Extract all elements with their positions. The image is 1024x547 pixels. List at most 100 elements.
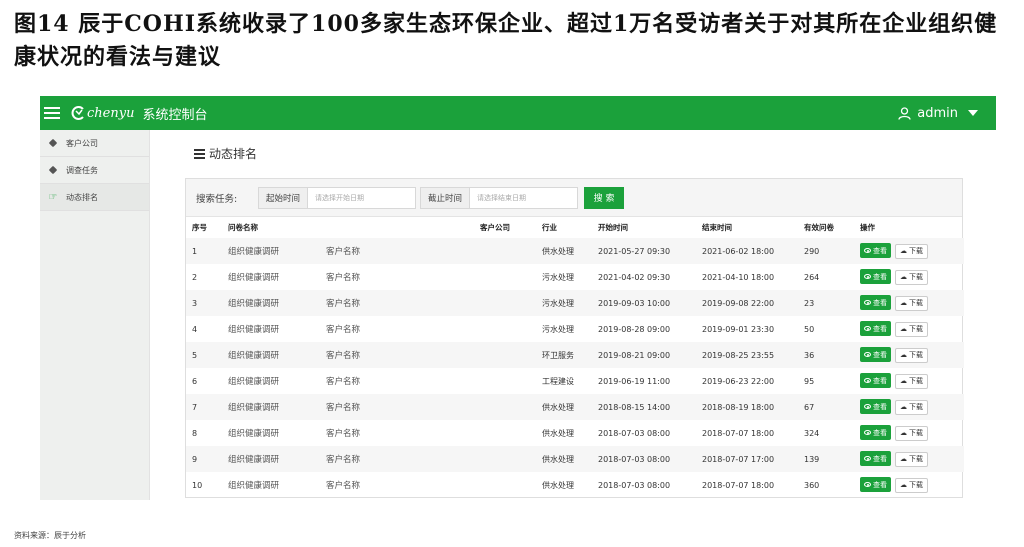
- cell-end-time: 2019-06-23 22:00: [702, 376, 775, 386]
- cloud-download-icon: ☁: [900, 481, 907, 490]
- download-button[interactable]: ☁ 下载: [895, 347, 928, 363]
- cell-end-time: 2021-06-02 18:00: [702, 246, 775, 256]
- end-date-label: 截止时间: [420, 186, 471, 209]
- cell-actions: 查看 ☁ 下载: [854, 446, 964, 472]
- cell-actions: 查看 ☁ 下载: [854, 420, 964, 446]
- cell-actions: 查看 ☁ 下载: [854, 238, 964, 264]
- user-icon: [898, 106, 911, 120]
- sidebar-item-survey-tasks[interactable]: 调查任务: [40, 157, 149, 184]
- eye-icon: [864, 274, 871, 280]
- cell-survey-name: 组织健康调研: [228, 299, 280, 309]
- cell-survey-name: 组织健康调研: [228, 403, 280, 413]
- cell-company: 客户名称: [326, 429, 361, 439]
- figure-caption: 图14 辰于COHI系统收录了100多家生态环保企业、超过1万名受访者关于对其所…: [14, 11, 998, 70]
- brand-logo[interactable]: chenyu: [70, 105, 134, 121]
- view-button[interactable]: 查看: [860, 399, 891, 415]
- cell-end-time: 2018-07-07 18:00: [702, 480, 775, 490]
- cell-valid-count: 139: [804, 454, 820, 464]
- cell-actions: 查看 ☁ 下载: [854, 342, 964, 368]
- cell-actions: 查看 ☁ 下载: [854, 368, 964, 394]
- table-row: 5 组织健康调研 客户名称 环卫服务 2019-08-21 09:00 2019-08-2…: [186, 342, 964, 368]
- cell-valid-count: 290: [804, 246, 820, 256]
- download-button-label: 下载: [909, 403, 923, 412]
- cloud-download-icon: ☁: [900, 351, 907, 360]
- cell-actions: 查看 ☁ 下载: [854, 394, 964, 420]
- download-button[interactable]: ☁ 下载: [895, 425, 928, 441]
- cell-actions: 查看 ☁ 下载: [854, 472, 964, 498]
- logo-text: chenyu: [87, 105, 135, 121]
- cell-start-time: 2018-07-03 08:00: [598, 480, 671, 490]
- user-menu[interactable]: admin: [898, 106, 978, 121]
- download-button-label: 下载: [909, 325, 923, 334]
- cell-industry: 工程建设: [542, 376, 574, 386]
- cell-actions: 查看 ☁ 下载: [854, 264, 964, 290]
- download-button[interactable]: ☁ 下载: [895, 373, 928, 389]
- cell-valid-count: 264: [804, 272, 820, 282]
- table-row: 8 组织健康调研 客户名称 供水处理 2018-07-03 08:00 2018-07-0…: [186, 420, 964, 446]
- view-button[interactable]: 查看: [860, 321, 891, 337]
- cell-actions: 查看 ☁ 下载: [854, 316, 964, 342]
- cell-survey-name: 组织健康调研: [228, 429, 280, 439]
- start-date-input[interactable]: [308, 186, 417, 209]
- view-button[interactable]: 查看: [860, 295, 891, 311]
- view-button[interactable]: 查看: [860, 243, 891, 259]
- download-button[interactable]: ☁ 下载: [895, 321, 928, 337]
- view-button-label: 查看: [873, 480, 887, 489]
- search-label: 搜索任务:: [196, 193, 238, 205]
- column-header-actions: 操作: [860, 223, 875, 232]
- cell-industry: 供水处理: [542, 480, 574, 490]
- download-button[interactable]: ☁ 下载: [895, 399, 928, 415]
- download-button[interactable]: ☁ 下载: [895, 477, 928, 493]
- logo-mark-icon: [71, 106, 84, 120]
- end-date-input[interactable]: [470, 186, 579, 209]
- view-button[interactable]: 查看: [860, 451, 891, 467]
- download-button-label: 下载: [909, 481, 923, 490]
- view-button[interactable]: 查看: [860, 425, 891, 441]
- download-button-label: 下载: [909, 429, 923, 438]
- search-button[interactable]: 搜 索: [584, 186, 625, 209]
- download-button[interactable]: ☁ 下载: [895, 295, 928, 311]
- view-button-label: 查看: [873, 324, 887, 333]
- download-button[interactable]: ☁ 下载: [895, 243, 928, 259]
- cell-valid-count: 23: [804, 298, 815, 308]
- table-row: 6 组织健康调研 客户名称 工程建设 2019-06-19 11:00 2019-06-2…: [186, 368, 964, 394]
- list-icon: [194, 148, 205, 159]
- cell-valid-count: 360: [804, 480, 820, 490]
- start-date-label: 起始时间: [258, 186, 309, 209]
- eye-icon: [864, 482, 871, 488]
- cell-survey-name: 组织健康调研: [228, 455, 280, 465]
- download-button-label: 下载: [909, 299, 923, 308]
- sidebar-item-dynamic-ranking[interactable]: ☞ 动态排名: [40, 184, 149, 211]
- eye-icon: [864, 352, 871, 358]
- cell-end-time: 2018-07-07 17:00: [702, 454, 775, 464]
- menu-toggle-icon[interactable]: [44, 107, 60, 119]
- eye-icon: [864, 430, 871, 436]
- download-button[interactable]: ☁ 下载: [895, 269, 928, 285]
- cell-company: 客户名称: [326, 377, 361, 387]
- sidebar-item-customer-company[interactable]: 客户公司: [40, 130, 149, 157]
- view-button[interactable]: 查看: [860, 269, 891, 285]
- cell-start-time: 2019-08-21 09:00: [598, 350, 671, 360]
- table-header-row: 序号 问卷名称 客户公司 行业 开始时间 结束时间 有效问卷 操作: [186, 217, 964, 238]
- sidebar: 客户公司 调查任务 ☞ 动态排名: [40, 130, 150, 500]
- download-button[interactable]: ☁ 下载: [895, 451, 928, 467]
- table-row: 3 组织健康调研 客户名称 污水处理 2019-09-03 10:00 2019-09-0…: [186, 290, 964, 316]
- eye-icon: [864, 248, 871, 254]
- column-header-count: 有效问卷: [804, 223, 834, 232]
- user-name: admin: [917, 105, 958, 121]
- cell-industry: 供水处理: [542, 246, 574, 256]
- cloud-download-icon: ☁: [900, 299, 907, 308]
- cell-industry: 污水处理: [542, 272, 574, 282]
- cell-start-time: 2018-07-03 08:00: [598, 454, 671, 464]
- cell-start-time: 2019-09-03 10:00: [598, 298, 671, 308]
- search-bar: 搜索任务: 起始时间 截止时间 搜 索: [186, 179, 962, 217]
- view-button-label: 查看: [873, 454, 887, 463]
- cell-company: 客户名称: [326, 273, 361, 283]
- cell-no: 3: [192, 298, 198, 308]
- view-button[interactable]: 查看: [860, 477, 891, 493]
- view-button[interactable]: 查看: [860, 347, 891, 363]
- app-title: 系统控制台: [142, 107, 208, 123]
- eye-icon: [864, 456, 871, 462]
- hand-pointer-icon: ☞: [48, 191, 58, 203]
- view-button[interactable]: 查看: [860, 373, 891, 389]
